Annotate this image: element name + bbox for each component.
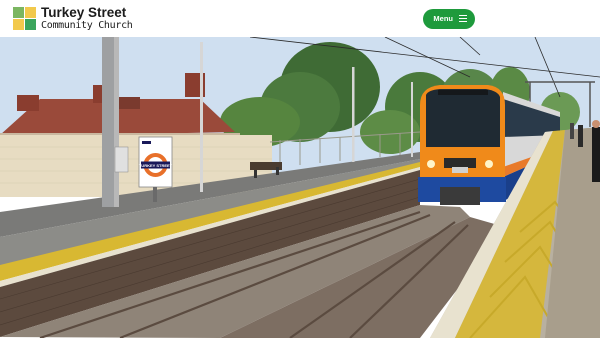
hero-image: TURKEY STREET	[0, 37, 600, 338]
site-name-line1: Turkey Street	[41, 5, 127, 21]
site-logo[interactable]: Turkey Street Community Church	[13, 6, 133, 31]
menu-label: Menu	[433, 14, 453, 23]
logo-mark-icon	[13, 6, 37, 31]
site-header: Turkey Street Community Church Menu	[0, 0, 600, 37]
site-name: Turkey Street Community Church	[41, 6, 133, 31]
menu-button[interactable]: Menu	[423, 8, 475, 29]
site-name-line2: Community Church	[41, 19, 133, 31]
roundel-text: TURKEY STREET	[139, 163, 173, 168]
hamburger-icon	[459, 15, 467, 22]
